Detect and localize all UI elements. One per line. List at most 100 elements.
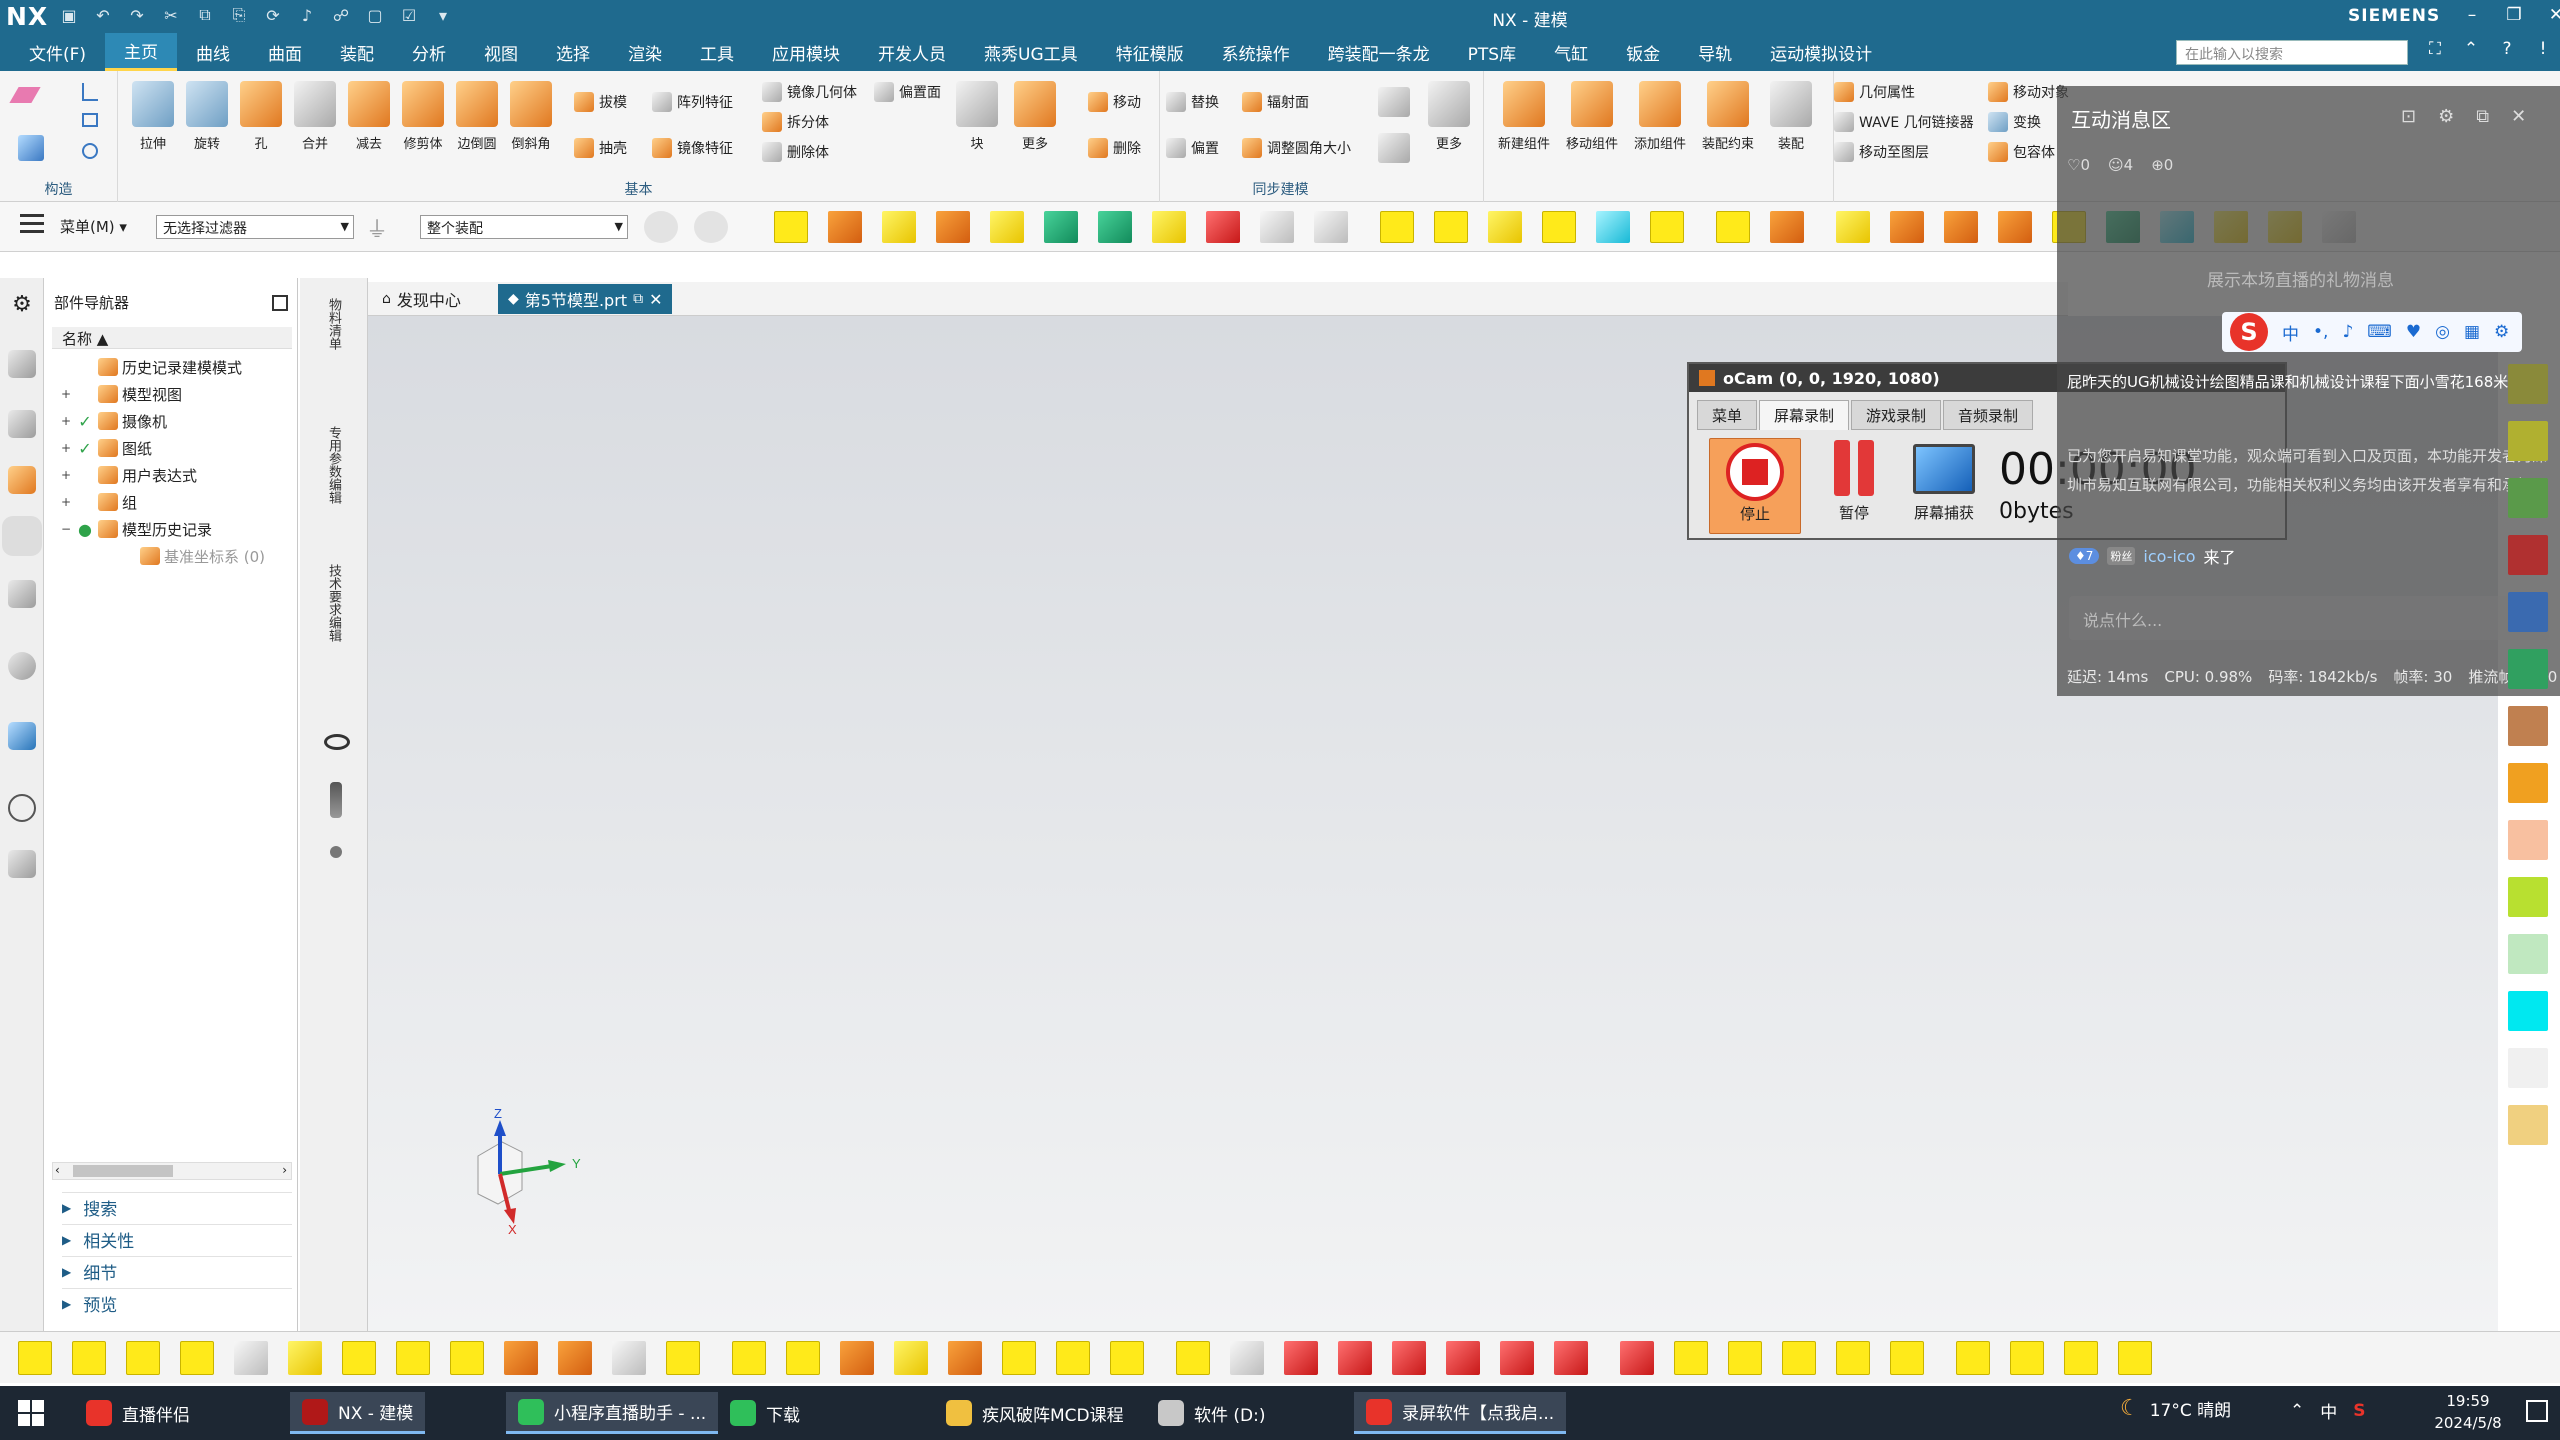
color-swatch[interactable] — [2508, 1105, 2548, 1145]
visibility-check-icon[interactable]: ✓ — [76, 439, 94, 458]
arc-center-snap-icon[interactable] — [1596, 211, 1630, 243]
color-swatch[interactable] — [2508, 763, 2548, 803]
copy-icon[interactable]: ⧉ — [194, 4, 216, 26]
menu-item-7[interactable]: 选择 — [537, 33, 609, 71]
chat-input[interactable]: 说点什么... — [2069, 596, 2549, 640]
transform-button[interactable]: 变换 — [1988, 109, 2041, 135]
assembly-constraints-button[interactable]: 装配约束 — [1696, 81, 1760, 152]
radial-face-button[interactable]: 辐射面 — [1242, 89, 1309, 115]
nut-icon[interactable] — [330, 846, 342, 858]
feature-face-icon[interactable] — [828, 211, 862, 243]
extrude-button[interactable]: 拉伸 — [128, 81, 178, 152]
bottom-tool-icon[interactable] — [1056, 1341, 1090, 1375]
rectangle-icon[interactable] — [82, 113, 98, 127]
tree-row[interactable]: + 组 — [60, 489, 137, 515]
start-icon[interactable] — [18, 1400, 44, 1426]
color-swatch[interactable] — [2508, 364, 2548, 404]
bottom-tool-icon[interactable] — [894, 1341, 928, 1375]
menu-item-11[interactable]: 开发人员 — [859, 33, 965, 71]
vstrip-label-1[interactable]: 物料清单 — [324, 298, 343, 350]
bottom-tool-icon[interactable] — [1002, 1341, 1036, 1375]
keyboard-icon[interactable]: ⌨ — [2367, 322, 2392, 342]
delete-body-button[interactable]: 删除体 — [762, 139, 829, 165]
scope-select[interactable]: 整个装配 ▼ — [420, 215, 628, 239]
visibility-check-icon[interactable]: ✓ — [76, 412, 94, 431]
tree-row[interactable]: + 用户表达式 — [60, 462, 197, 488]
mirror-feature-button[interactable]: 镜像特征 — [652, 135, 733, 161]
ime-mode-label[interactable]: 中 — [2282, 320, 2299, 345]
mirror-geometry-button[interactable]: 镜像几何体 — [762, 79, 857, 105]
color-swatch[interactable] — [2508, 877, 2548, 917]
resize-blend-button[interactable]: 调整圆角大小 — [1242, 135, 1351, 161]
add-component-button[interactable]: 添加组件 — [1628, 81, 1692, 152]
menu-item-5[interactable]: 分析 — [393, 33, 465, 71]
bottom-tool-icon[interactable] — [72, 1341, 106, 1375]
bottom-tool-icon[interactable] — [1392, 1341, 1426, 1375]
pause-button[interactable]: 暂停 — [1809, 440, 1899, 523]
bottom-tool-icon[interactable] — [840, 1341, 874, 1375]
history-icon[interactable] — [8, 580, 36, 608]
bottom-tool-icon[interactable] — [1284, 1341, 1318, 1375]
bottom-tool-icon[interactable] — [126, 1341, 160, 1375]
color-swatch[interactable] — [2508, 934, 2548, 974]
bottom-tool-icon[interactable] — [234, 1341, 268, 1375]
pattern-feature-button[interactable]: 阵列特征 — [652, 89, 733, 115]
offset-face-button[interactable]: 偏置面 — [874, 79, 941, 105]
menu-item-0[interactable]: 文件(F) — [10, 33, 105, 71]
split-body-button[interactable]: 拆分体 — [762, 109, 829, 135]
bottom-tool-icon[interactable] — [2010, 1341, 2044, 1375]
color-swatch[interactable] — [2508, 421, 2548, 461]
sketch-icon[interactable] — [9, 87, 41, 103]
cut-icon[interactable]: ✂ — [160, 4, 182, 26]
wave-linker-button[interactable]: WAVE 几何链接器 — [1834, 109, 1974, 135]
expand-toggle-icon[interactable]: + — [60, 387, 72, 401]
bottom-tool-icon[interactable] — [2118, 1341, 2152, 1375]
help-icon[interactable]: ? — [2496, 39, 2518, 59]
yellow-plane-icon[interactable] — [1152, 211, 1186, 243]
panel-settings-icon[interactable]: ⚙ — [2438, 106, 2454, 127]
tab-close-icon[interactable]: ✕ — [649, 290, 662, 309]
snap-point-icon[interactable] — [694, 211, 728, 243]
menu-item-10[interactable]: 应用模块 — [753, 33, 859, 71]
bottom-tool-icon[interactable] — [948, 1341, 982, 1375]
bottom-tool-icon[interactable] — [1110, 1341, 1144, 1375]
bottom-tool-icon[interactable] — [1890, 1341, 1924, 1375]
voice-icon[interactable]: ♪ — [2342, 322, 2353, 342]
more-sync-button[interactable]: 更多 — [1424, 81, 1474, 152]
bottom-tool-icon[interactable] — [1620, 1341, 1654, 1375]
scroll-right-icon[interactable]: › — [282, 1163, 287, 1177]
menu-item-17[interactable]: 气缸 — [1535, 33, 1607, 71]
sogou-tray-icon[interactable]: S — [2353, 1401, 2365, 1421]
web-browser-icon[interactable] — [8, 722, 36, 750]
reuse-library-icon[interactable] — [8, 522, 36, 550]
touch-mode-icon[interactable]: ☍ — [330, 4, 352, 26]
notifications-icon[interactable] — [2526, 1400, 2548, 1422]
existing-point-snap-icon[interactable] — [1770, 211, 1804, 243]
control-point-snap-icon[interactable] — [1890, 211, 1924, 243]
paste-icon[interactable]: ⎘ — [228, 4, 250, 26]
clock[interactable]: 19:59 2024/5/8 — [2420, 1390, 2516, 1434]
taskbar-app-5[interactable]: 软件 (D:) — [1146, 1392, 1278, 1434]
lock-icon[interactable]: ⊡ — [2401, 106, 2416, 127]
horizontal-scrollbar[interactable]: ‹ › — [52, 1162, 292, 1180]
tree-row[interactable]: 历史记录建模模式 — [60, 354, 242, 380]
close-icon[interactable]: ✕ — [2544, 2, 2560, 28]
menu-item-1[interactable]: 主页 — [105, 33, 178, 71]
face-select-icon[interactable] — [774, 211, 808, 243]
color-swatch[interactable] — [2508, 535, 2548, 575]
sync-tool-icon[interactable] — [1378, 87, 1410, 117]
bottom-tool-icon[interactable] — [1176, 1341, 1210, 1375]
ocam-tab-2[interactable]: 游戏录制 — [1851, 400, 1942, 430]
menu-item-2[interactable]: 曲线 — [177, 33, 249, 71]
menu-item-20[interactable]: 运动模拟设计 — [1751, 33, 1891, 71]
bolt-icon[interactable] — [330, 782, 342, 818]
checkbox-icon[interactable]: ☑ — [398, 4, 420, 26]
expand-toggle-icon[interactable]: − — [60, 522, 72, 536]
taskbar-app-0[interactable]: 直播伴侣 — [74, 1392, 202, 1434]
bottom-tool-icon[interactable] — [1782, 1341, 1816, 1375]
expand-toggle-icon[interactable]: + — [60, 468, 72, 482]
replace-face-button[interactable]: 替换 — [1166, 89, 1219, 115]
taskbar-app-1[interactable]: NX - 建模 — [290, 1392, 426, 1434]
microphone-icon[interactable]: ♪ — [296, 4, 318, 26]
menu-item-6[interactable]: 视图 — [465, 33, 537, 71]
